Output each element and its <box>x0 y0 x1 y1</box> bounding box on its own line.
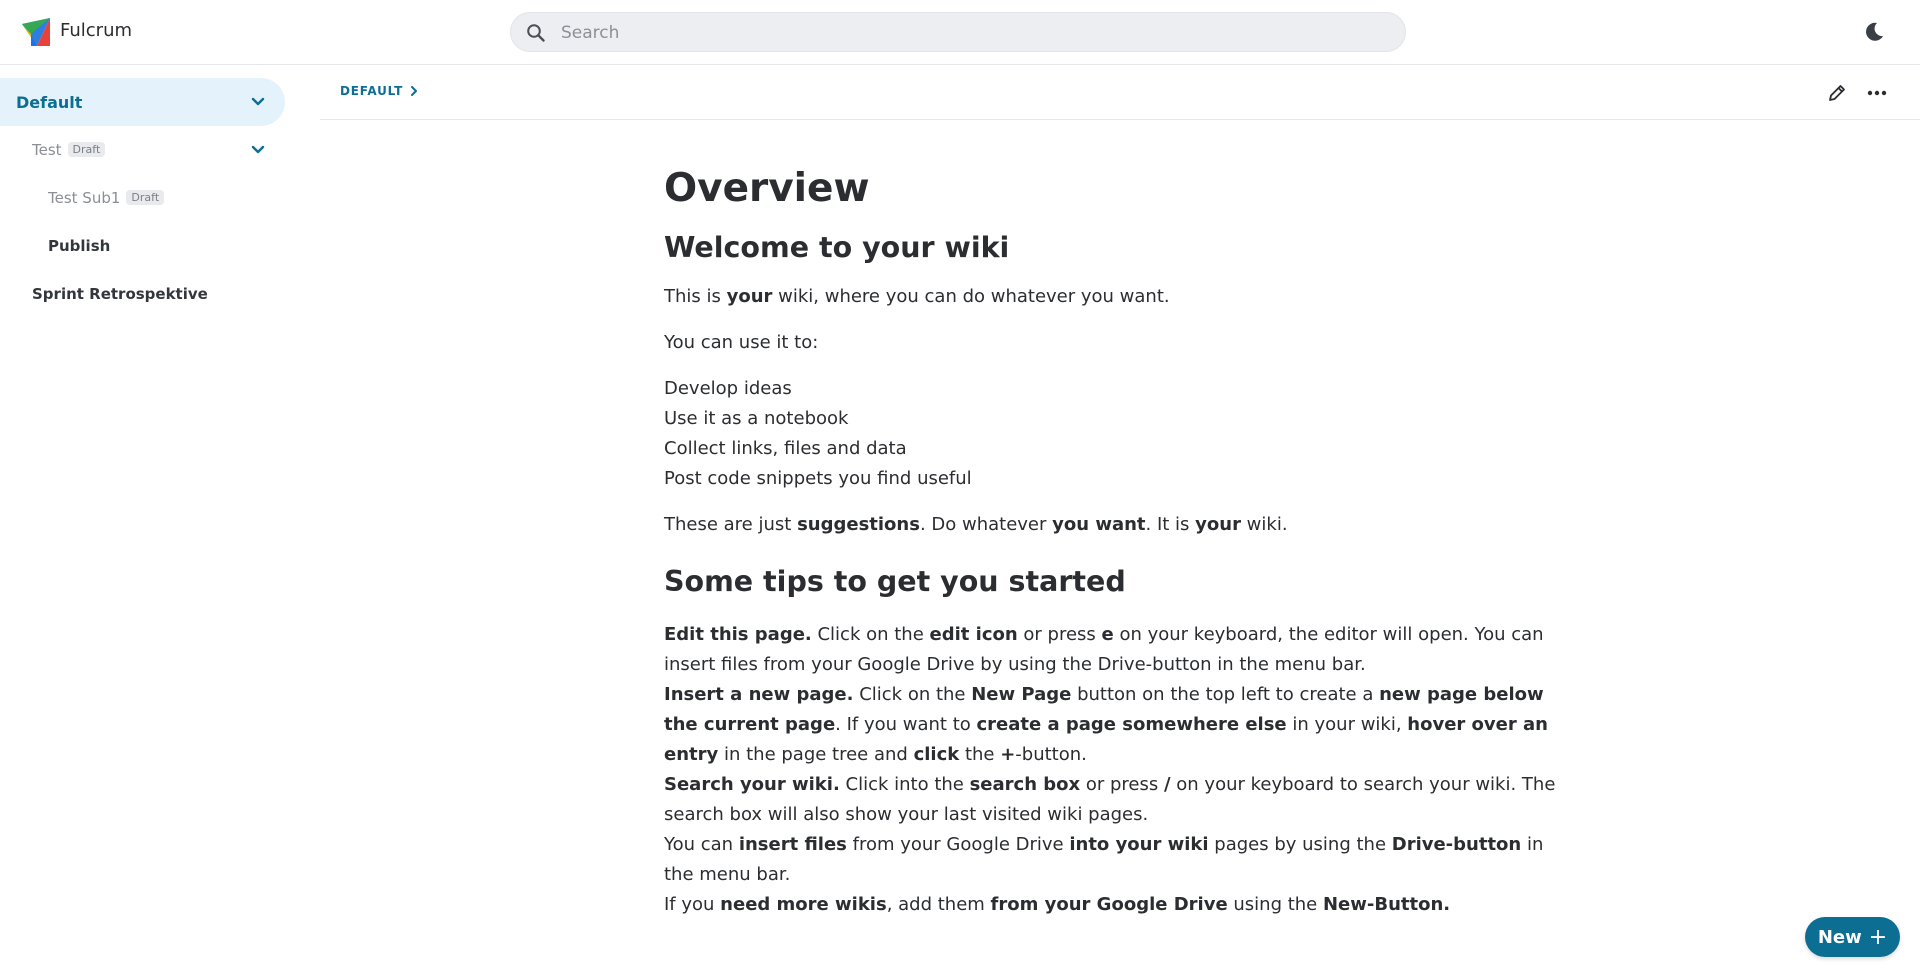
sidebar-page-tree: Default Test Draft Test Sub1 Draft Publish… <box>0 65 300 974</box>
new-button-label: New <box>1817 926 1862 948</box>
list-item: Post code snippets you find useful <box>664 468 972 489</box>
fulcrum-logo-icon[interactable] <box>20 16 53 49</box>
plus-icon: + <box>1868 924 1888 950</box>
page-title: Overview <box>664 166 870 211</box>
pencil-icon[interactable] <box>1826 82 1848 104</box>
sidebar-item-sprint-retrospektive[interactable]: Sprint Retrospektive <box>0 270 285 318</box>
search-icon <box>527 24 545 42</box>
suggestion-list: Develop ideas Use it as a notebook Colle… <box>664 374 1564 494</box>
search-input[interactable] <box>559 13 1383 53</box>
top-header: Fulcrum <box>0 0 1920 65</box>
chevron-down-icon[interactable] <box>249 93 267 111</box>
sidebar-item-label: Test Sub1 <box>48 189 121 207</box>
sidebar-item-label: Sprint Retrospektive <box>32 285 208 303</box>
tip-search: Search your wiki. Click into the search … <box>664 774 1556 825</box>
list-item: Collect links, files and data <box>664 438 907 459</box>
more-horizontal-icon[interactable] <box>1866 82 1888 104</box>
tips-section: Edit this page. Click on the edit icon o… <box>664 620 1564 920</box>
breadcrumb-item[interactable]: DEFAULT <box>340 84 403 98</box>
heading-tips: Some tips to get you started <box>664 565 1126 598</box>
breadcrumb[interactable]: DEFAULT <box>340 84 419 98</box>
sidebar-item-label: Default <box>16 92 83 112</box>
sidebar-item-test-sub1[interactable]: Test Sub1 Draft <box>0 174 285 222</box>
sidebar-item-label: Test <box>32 141 62 159</box>
search-bar[interactable] <box>510 12 1406 53</box>
draft-badge: Draft <box>126 190 165 205</box>
paragraph-use-it: You can use it to: <box>664 332 819 353</box>
list-item: Use it as a notebook <box>664 408 849 429</box>
paragraph-intro: This is your wiki, where you can do what… <box>664 286 1170 307</box>
sidebar-item-publish[interactable]: Publish <box>0 222 285 270</box>
tip-insert: Insert a new page. Click on the New Page… <box>664 684 1548 765</box>
draft-badge: Draft <box>67 142 106 157</box>
moon-icon[interactable] <box>1862 20 1886 44</box>
chevron-right-icon <box>411 86 418 96</box>
paragraph-suggestions: These are just suggestions. Do whatever … <box>664 514 1288 535</box>
sidebar-item-default[interactable]: Default <box>0 78 285 126</box>
tip-edit: Edit this page. Click on the edit icon o… <box>664 624 1544 675</box>
tip-more-wikis: If you need more wikis, add them from yo… <box>664 894 1451 915</box>
sidebar-item-label: Publish <box>48 237 111 255</box>
tip-insert-files: You can insert files from your Google Dr… <box>664 834 1544 885</box>
chevron-down-icon[interactable] <box>249 141 267 159</box>
page-toolbar: DEFAULT <box>320 65 1920 120</box>
list-item: Develop ideas <box>664 378 792 399</box>
new-button[interactable]: New + <box>1805 917 1900 957</box>
wiki-page-content: Overview Welcome to your wiki This is yo… <box>664 160 1564 920</box>
app-name[interactable]: Fulcrum <box>60 20 132 41</box>
heading-welcome: Welcome to your wiki <box>664 231 1010 264</box>
sidebar-item-test[interactable]: Test Draft <box>0 126 285 174</box>
